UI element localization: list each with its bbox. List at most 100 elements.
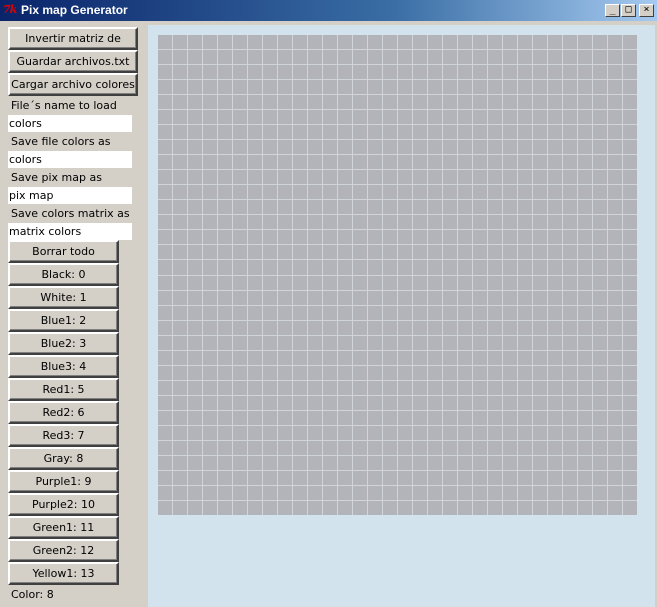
pixel-cell[interactable] bbox=[548, 170, 562, 185]
pixel-cell[interactable] bbox=[458, 395, 472, 410]
pixel-cell[interactable] bbox=[503, 395, 517, 410]
pixel-cell[interactable] bbox=[623, 170, 637, 185]
pixel-cell[interactable] bbox=[623, 320, 637, 335]
pixel-cell[interactable] bbox=[233, 350, 247, 365]
pixel-cell[interactable] bbox=[563, 440, 577, 455]
pixel-cell[interactable] bbox=[518, 365, 532, 380]
pixel-cell[interactable] bbox=[218, 500, 232, 515]
pixel-cell[interactable] bbox=[443, 245, 457, 260]
pixel-cell[interactable] bbox=[278, 50, 292, 65]
pixel-cell[interactable] bbox=[158, 290, 172, 305]
pixel-cell[interactable] bbox=[233, 230, 247, 245]
pixel-cell[interactable] bbox=[323, 425, 337, 440]
pixel-cell[interactable] bbox=[428, 290, 442, 305]
color-button-purple2[interactable]: Purple2: 10 bbox=[8, 493, 119, 516]
pixel-cell[interactable] bbox=[533, 80, 547, 95]
pixel-cell[interactable] bbox=[158, 425, 172, 440]
pixel-cell[interactable] bbox=[173, 365, 187, 380]
pixel-cell[interactable] bbox=[518, 230, 532, 245]
pixel-cell[interactable] bbox=[518, 260, 532, 275]
pixel-cell[interactable] bbox=[308, 290, 322, 305]
pixel-cell[interactable] bbox=[218, 155, 232, 170]
pixel-cell[interactable] bbox=[488, 110, 502, 125]
pixel-cell[interactable] bbox=[578, 245, 592, 260]
pixel-cell[interactable] bbox=[548, 140, 562, 155]
pixel-cell[interactable] bbox=[413, 395, 427, 410]
pixel-cell[interactable] bbox=[413, 320, 427, 335]
pixel-cell[interactable] bbox=[353, 35, 367, 50]
pixel-cell[interactable] bbox=[173, 425, 187, 440]
pixel-cell[interactable] bbox=[218, 140, 232, 155]
pixel-cell[interactable] bbox=[488, 365, 502, 380]
pixel-cell[interactable] bbox=[353, 80, 367, 95]
pixel-cell[interactable] bbox=[158, 200, 172, 215]
pixel-cell[interactable] bbox=[263, 155, 277, 170]
pixel-cell[interactable] bbox=[458, 500, 472, 515]
pixel-cell[interactable] bbox=[293, 470, 307, 485]
pixel-cell[interactable] bbox=[293, 230, 307, 245]
pixel-cell[interactable] bbox=[548, 395, 562, 410]
pixel-cell[interactable] bbox=[443, 335, 457, 350]
pixel-cell[interactable] bbox=[593, 350, 607, 365]
pixel-cell[interactable] bbox=[188, 485, 202, 500]
pixel-cell[interactable] bbox=[503, 80, 517, 95]
pixel-cell[interactable] bbox=[323, 275, 337, 290]
pixel-cell[interactable] bbox=[443, 185, 457, 200]
pixel-cell[interactable] bbox=[308, 380, 322, 395]
pixel-cell[interactable] bbox=[458, 260, 472, 275]
pixel-cell[interactable] bbox=[548, 425, 562, 440]
pixel-cell[interactable] bbox=[218, 305, 232, 320]
pixel-cell[interactable] bbox=[518, 455, 532, 470]
pixel-cell[interactable] bbox=[503, 500, 517, 515]
pixel-cell[interactable] bbox=[263, 290, 277, 305]
pixel-cell[interactable] bbox=[263, 230, 277, 245]
pixel-cell[interactable] bbox=[368, 455, 382, 470]
pixel-cell[interactable] bbox=[263, 320, 277, 335]
pixel-cell[interactable] bbox=[548, 230, 562, 245]
pixel-cell[interactable] bbox=[443, 260, 457, 275]
pixel-cell[interactable] bbox=[218, 335, 232, 350]
pixel-cell[interactable] bbox=[173, 140, 187, 155]
pixel-cell[interactable] bbox=[548, 50, 562, 65]
pixel-cell[interactable] bbox=[218, 215, 232, 230]
pixel-cell[interactable] bbox=[173, 290, 187, 305]
pixel-cell[interactable] bbox=[533, 320, 547, 335]
pixel-cell[interactable] bbox=[458, 290, 472, 305]
pixel-cell[interactable] bbox=[353, 260, 367, 275]
pixel-cell[interactable] bbox=[383, 410, 397, 425]
pixel-cell[interactable] bbox=[563, 95, 577, 110]
pixel-cell[interactable] bbox=[368, 95, 382, 110]
pixel-cell[interactable] bbox=[218, 260, 232, 275]
pixel-cell[interactable] bbox=[593, 365, 607, 380]
pixel-cell[interactable] bbox=[458, 350, 472, 365]
pixel-cell[interactable] bbox=[398, 425, 412, 440]
pixel-cell[interactable] bbox=[248, 110, 262, 125]
pixel-cell[interactable] bbox=[248, 155, 262, 170]
pixel-cell[interactable] bbox=[368, 170, 382, 185]
pixel-cell[interactable] bbox=[188, 290, 202, 305]
pixel-cell[interactable] bbox=[563, 230, 577, 245]
pixel-cell[interactable] bbox=[413, 380, 427, 395]
color-button-yellow1[interactable]: Yellow1: 13 bbox=[8, 562, 119, 585]
pixel-cell[interactable] bbox=[158, 110, 172, 125]
pixel-cell[interactable] bbox=[353, 440, 367, 455]
pixel-cell[interactable] bbox=[368, 140, 382, 155]
pixel-cell[interactable] bbox=[548, 35, 562, 50]
pixel-cell[interactable] bbox=[563, 455, 577, 470]
pixel-cell[interactable] bbox=[623, 395, 637, 410]
pixel-cell[interactable] bbox=[248, 455, 262, 470]
pixel-cell[interactable] bbox=[383, 305, 397, 320]
pixel-cell[interactable] bbox=[398, 380, 412, 395]
pixel-cell[interactable] bbox=[503, 200, 517, 215]
color-button-gray[interactable]: Gray: 8 bbox=[8, 447, 119, 470]
pixel-cell[interactable] bbox=[383, 215, 397, 230]
pixel-cell[interactable] bbox=[173, 320, 187, 335]
pixel-cell[interactable] bbox=[248, 140, 262, 155]
pixel-cell[interactable] bbox=[518, 380, 532, 395]
pixel-cell[interactable] bbox=[263, 395, 277, 410]
pixel-cell[interactable] bbox=[158, 185, 172, 200]
pixel-cell[interactable] bbox=[413, 275, 427, 290]
pixel-cell[interactable] bbox=[263, 440, 277, 455]
pixel-cell[interactable] bbox=[158, 170, 172, 185]
pixel-cell[interactable] bbox=[443, 95, 457, 110]
